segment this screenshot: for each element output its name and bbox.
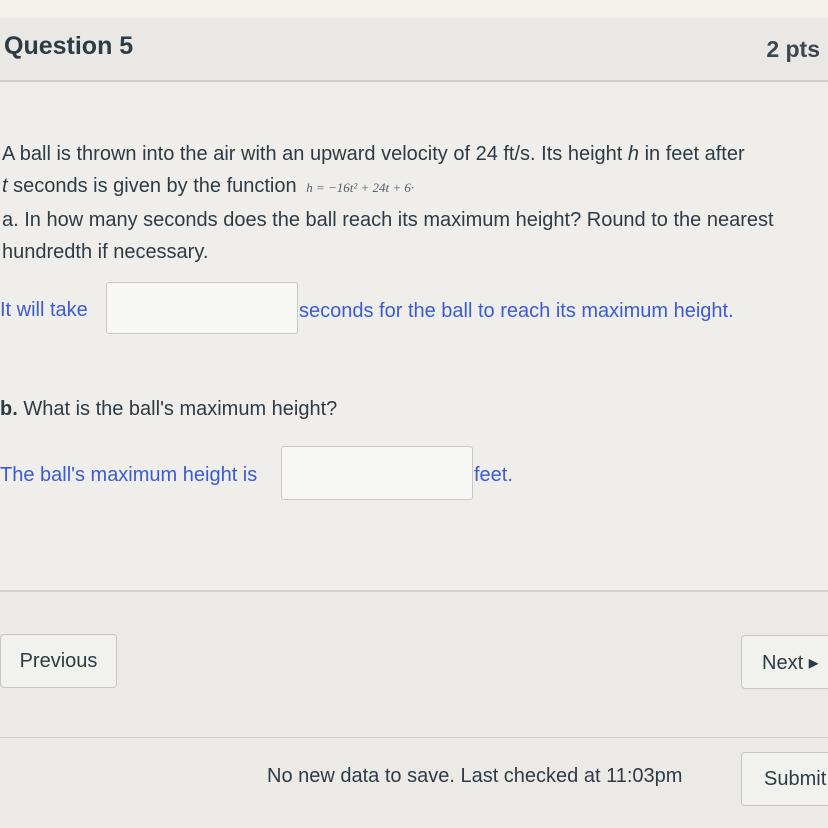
question-points: 2 pts [766,36,820,62]
save-status-text: No new data to save. Last checked at 11:… [267,765,683,787]
seconds-answer-input[interactable] [106,282,298,334]
previous-button[interactable]: Previous [0,634,117,688]
question-prompt: A ball is thrown into the air with an up… [2,138,826,268]
part-b-question: b. What is the ball's maximum height? [0,398,338,420]
part-a-line-1: a. In how many seconds does the ball rea… [2,209,774,231]
answer-b-prefix: The ball's maximum height is [0,464,258,486]
question-body: A ball is thrown into the air with an up… [0,82,828,590]
question-header: Question 5 2 pts [0,18,828,82]
answer-b-suffix: feet. [474,464,513,486]
next-button[interactable]: Next ▸ [741,635,828,689]
top-strip [0,0,828,19]
prompt-line-2: t seconds is given by the function h = −… [2,175,415,197]
navigation-area: Previous Next ▸ [0,592,828,737]
height-formula: h = −16t² + 24t + 6· [306,180,415,195]
quiz-footer: No new data to save. Last checked at 11:… [0,738,828,828]
question-title: Question 5 [4,32,134,60]
prompt-line-1: A ball is thrown into the air with an up… [2,143,745,165]
max-height-answer-input[interactable] [281,446,473,500]
answer-a-prefix: It will take [0,299,88,321]
answer-a-suffix: seconds for the ball to reach its maximu… [299,300,734,322]
part-a-line-2: hundredth if necessary. [2,241,209,263]
submit-button[interactable]: Submit [741,752,828,806]
